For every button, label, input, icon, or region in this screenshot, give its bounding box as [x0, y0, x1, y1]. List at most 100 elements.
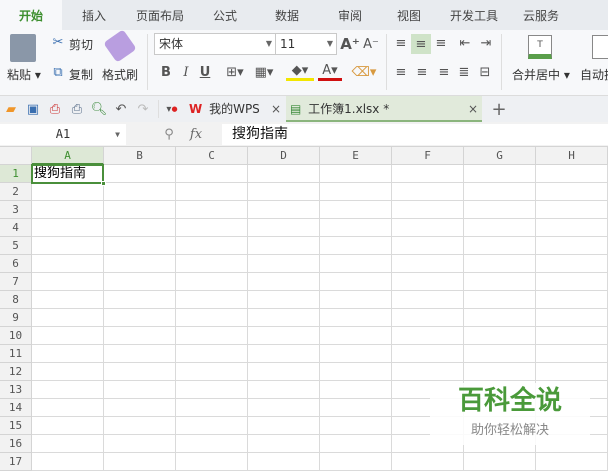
grid-cell[interactable] [536, 309, 608, 327]
grid-cell[interactable] [320, 435, 392, 453]
align-center-icon[interactable]: ≡ [413, 63, 431, 81]
align-top-icon[interactable]: ≡ [392, 34, 410, 52]
grid-cell[interactable] [104, 165, 176, 183]
grid-cell[interactable] [320, 417, 392, 435]
grid-cell[interactable] [176, 399, 248, 417]
grid-cell[interactable] [392, 363, 464, 381]
font-color-icon[interactable]: A▾ [318, 63, 342, 81]
customize-dropdown-icon[interactable]: ▾ ● [163, 100, 181, 118]
grid-cell[interactable] [248, 435, 320, 453]
grid-cell[interactable] [32, 291, 104, 309]
grid-cell[interactable] [104, 309, 176, 327]
grid-cell[interactable] [104, 273, 176, 291]
grid-cell[interactable] [248, 219, 320, 237]
grid-cell[interactable] [248, 345, 320, 363]
decrease-indent-icon[interactable]: ⇤ [456, 34, 474, 52]
row-header[interactable]: 7 [0, 273, 32, 291]
font-name-select[interactable]: 宋体 ▼ [154, 33, 276, 55]
grid-cell[interactable] [320, 273, 392, 291]
grid-cell[interactable] [464, 309, 536, 327]
merge-center-icon[interactable]: T [528, 35, 552, 59]
row-header[interactable]: 12 [0, 363, 32, 381]
grid-cell[interactable] [104, 399, 176, 417]
row-header[interactable]: 14 [0, 399, 32, 417]
close-icon[interactable]: × [271, 96, 281, 122]
row-header[interactable]: 10 [0, 327, 32, 345]
menu-tab[interactable]: 数据 [254, 0, 320, 30]
grid-cell[interactable] [392, 237, 464, 255]
grid-cell[interactable] [248, 453, 320, 471]
fill-color-icon[interactable]: ◆▾ [286, 63, 314, 81]
menu-tab[interactable]: 云服务 [510, 0, 572, 30]
grid-cell[interactable] [32, 201, 104, 219]
redo-icon[interactable]: ↷ [134, 100, 152, 118]
grid-cell[interactable] [392, 345, 464, 363]
grid-cell[interactable] [248, 291, 320, 309]
select-all-corner[interactable] [0, 147, 32, 165]
grid-cell[interactable] [392, 165, 464, 183]
grid-cell[interactable] [176, 237, 248, 255]
grid-cell[interactable] [248, 399, 320, 417]
doc-tab-workbook[interactable]: ▤ 工作簿1.xlsx * × [286, 96, 482, 122]
row-header[interactable]: 6 [0, 255, 32, 273]
grid-cell[interactable] [536, 453, 608, 471]
grid-cell[interactable] [32, 183, 104, 201]
grid-cell[interactable] [176, 183, 248, 201]
cut-button[interactable]: 剪切 [69, 36, 93, 53]
grid-cell[interactable] [320, 291, 392, 309]
grid-cell[interactable] [464, 183, 536, 201]
paste-button[interactable]: 粘贴 ▾ [7, 66, 41, 83]
grid-cell[interactable] [392, 291, 464, 309]
close-icon[interactable]: × [468, 96, 478, 122]
grid-cell[interactable] [104, 201, 176, 219]
menu-tab[interactable]: 开始 [0, 0, 62, 30]
menu-tab[interactable]: 视图 [380, 0, 438, 30]
align-bottom-icon[interactable]: ≡ [432, 34, 450, 52]
grid-cell[interactable] [176, 363, 248, 381]
row-header[interactable]: 15 [0, 417, 32, 435]
grid-cell[interactable] [176, 201, 248, 219]
grid-cell[interactable] [176, 291, 248, 309]
grid-cell[interactable] [32, 327, 104, 345]
grid-cell[interactable] [464, 219, 536, 237]
grid-cell[interactable] [320, 399, 392, 417]
increase-indent-icon[interactable]: ⇥ [477, 34, 495, 52]
format-painter-icon[interactable] [103, 29, 137, 63]
grid-cell[interactable] [176, 165, 248, 183]
grid-cell[interactable] [32, 381, 104, 399]
grid-cell[interactable] [176, 327, 248, 345]
grid-cell[interactable] [176, 255, 248, 273]
grid-cell[interactable] [320, 201, 392, 219]
column-header[interactable]: H [536, 147, 608, 165]
row-header[interactable]: 1 [0, 165, 32, 183]
function-button[interactable]: fx [185, 125, 207, 143]
bold-button[interactable]: B [158, 63, 174, 81]
grid-cell[interactable] [536, 345, 608, 363]
grid-cell[interactable] [392, 219, 464, 237]
grid-cell[interactable] [104, 345, 176, 363]
print-preview-icon[interactable]: 🔍︎ [90, 100, 108, 118]
italic-button[interactable]: I [178, 63, 194, 81]
formula-input[interactable]: 搜狗指南 [222, 124, 608, 145]
grid-cell[interactable] [176, 219, 248, 237]
grid-cell[interactable] [392, 273, 464, 291]
menu-tab[interactable]: 页面布局 [124, 0, 196, 30]
grid-cell[interactable] [176, 417, 248, 435]
grid-cell[interactable] [464, 273, 536, 291]
grid-cell[interactable] [176, 453, 248, 471]
grid-cell[interactable] [248, 363, 320, 381]
align-middle-icon[interactable]: ≡ [411, 34, 431, 54]
grid-cell[interactable] [248, 255, 320, 273]
grid-cell[interactable] [536, 327, 608, 345]
grid-cell[interactable] [32, 255, 104, 273]
grid-cell[interactable] [32, 273, 104, 291]
grid-cell[interactable] [320, 327, 392, 345]
menu-tab[interactable]: 开发工具 [438, 0, 510, 30]
grid-cell[interactable] [464, 363, 536, 381]
grid-cell[interactable] [32, 453, 104, 471]
grid-cell[interactable] [320, 255, 392, 273]
grid-cell[interactable] [248, 183, 320, 201]
justify-icon[interactable]: ≣ [455, 63, 473, 81]
grid-cell[interactable] [536, 165, 608, 183]
grid-cell[interactable] [392, 183, 464, 201]
